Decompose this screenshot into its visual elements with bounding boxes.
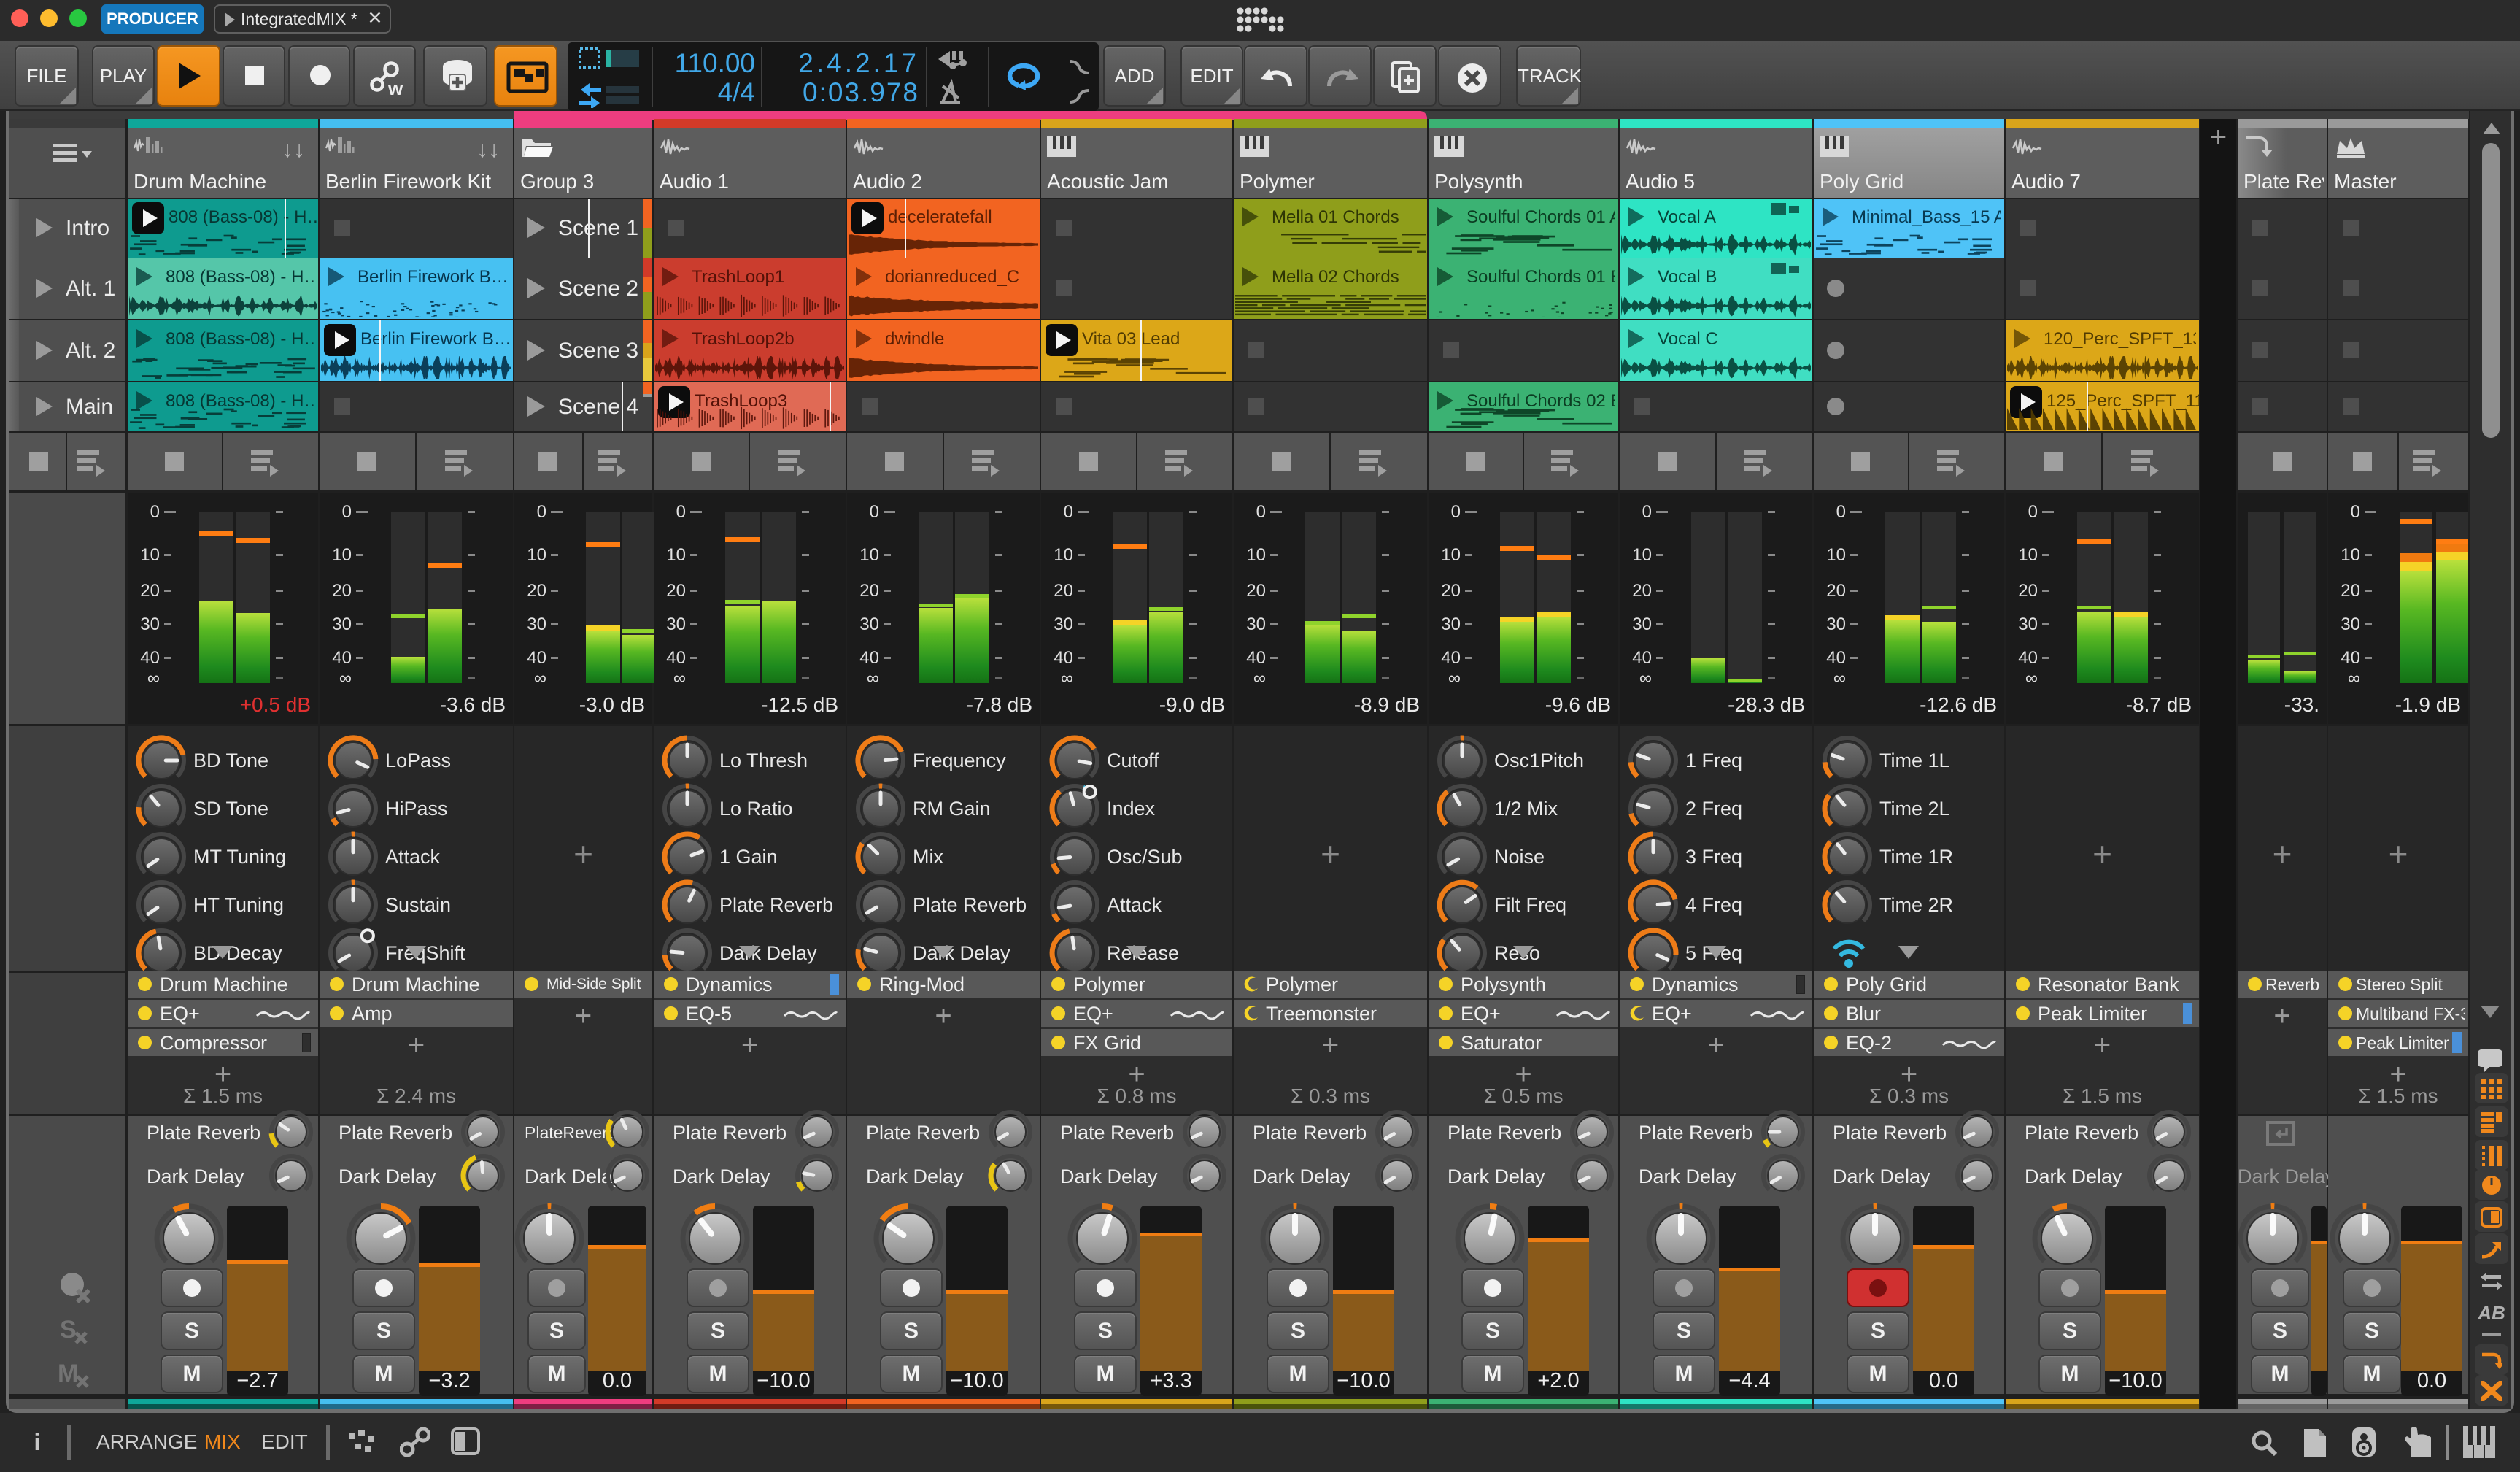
svg-text:M: M: [58, 1360, 78, 1387]
svg-text:S: S: [60, 1316, 77, 1344]
svg-text:w: w: [387, 77, 403, 96]
